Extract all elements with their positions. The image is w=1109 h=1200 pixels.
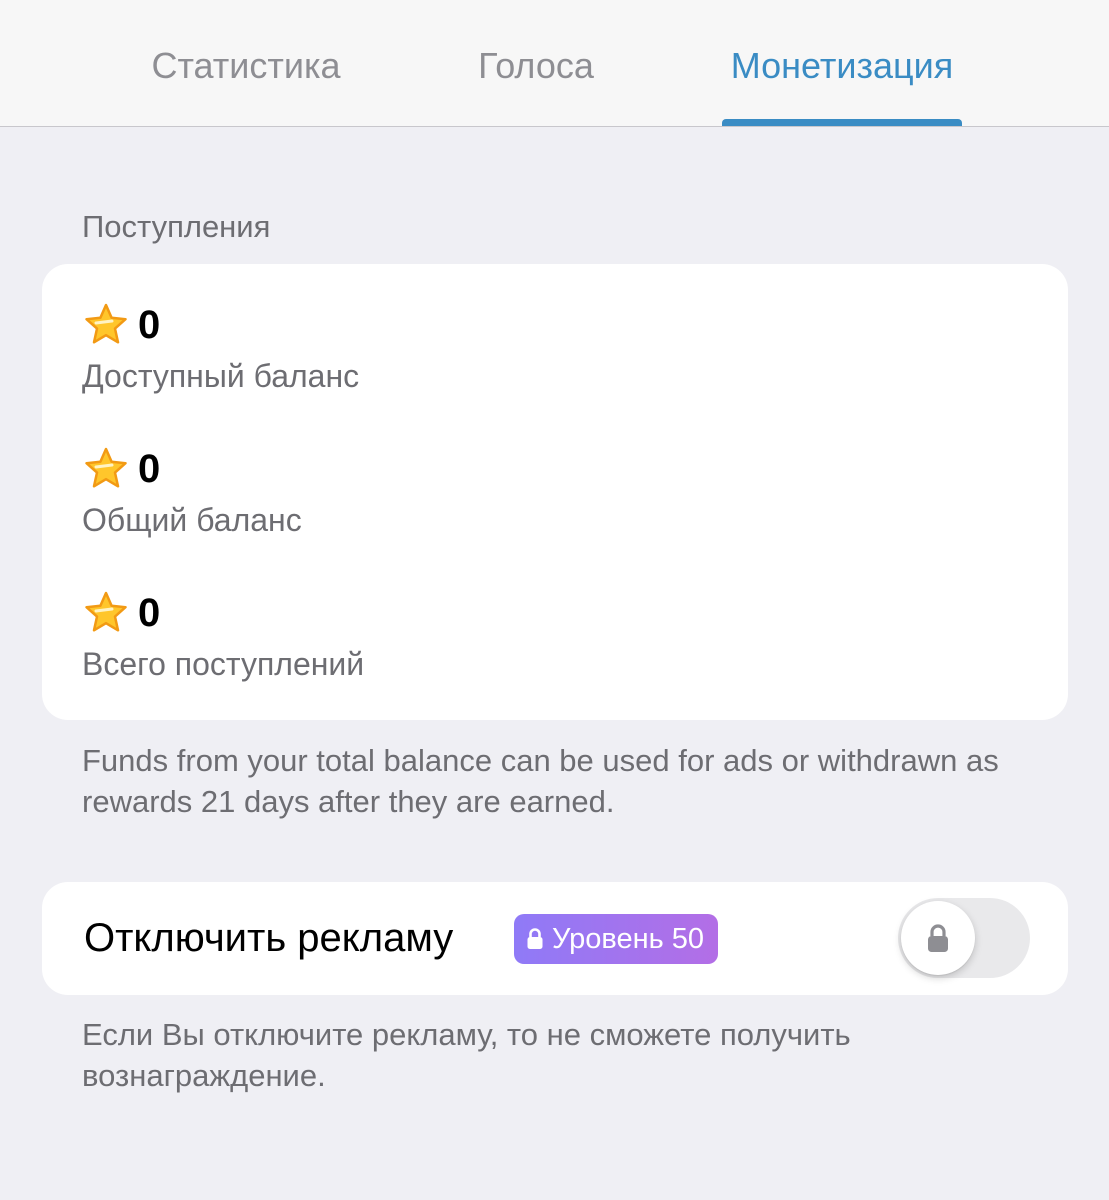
tab-monetization[interactable]: Монетизация	[722, 0, 962, 126]
total-balance-row: 0 Общий баланс	[82, 444, 302, 540]
tab-votes-label: Голоса	[478, 45, 594, 86]
disable-ads-label: Отключить рекламу	[84, 916, 454, 960]
total-proceeds-label: Всего поступлений	[82, 646, 365, 682]
tab-bar: Статистика Голоса Монетизация	[0, 0, 1109, 127]
tab-votes[interactable]: Голоса	[452, 0, 620, 126]
proceeds-card: 0 Доступный баланс 0 Общий баланс 0 Всег…	[42, 264, 1068, 720]
total-balance-label: Общий баланс	[82, 502, 302, 538]
disable-ads-toggle[interactable]	[898, 898, 1030, 978]
star-icon	[85, 591, 127, 632]
total-balance-value: 0	[138, 447, 161, 491]
level-badge: Уровень 50	[514, 914, 719, 964]
disable-ads-card: Отключить рекламу Уровень 50	[42, 882, 1068, 995]
tab-statistics[interactable]: Статистика	[122, 0, 370, 126]
lock-icon	[928, 924, 948, 952]
star-icon	[85, 303, 127, 344]
star-icon	[85, 447, 127, 488]
available-balance-value: 0	[138, 303, 161, 347]
proceeds-section-header: Поступления	[82, 209, 271, 244]
active-tab-indicator	[722, 119, 962, 126]
lock-icon	[527, 928, 543, 949]
tab-statistics-label: Статистика	[151, 45, 341, 86]
total-proceeds-value: 0	[138, 591, 161, 635]
funds-footnote: Funds from your total balance can be use…	[82, 743, 999, 819]
tab-monetization-label: Монетизация	[730, 45, 954, 86]
available-balance-label: Доступный баланс	[82, 358, 360, 394]
available-balance-row: 0 Доступный баланс	[82, 300, 359, 396]
toggle-knob	[901, 901, 975, 975]
level-badge-label: Уровень 50	[552, 922, 705, 955]
total-proceeds-row: 0 Всего поступлений	[82, 588, 364, 684]
disable-ads-footnote: Если Вы отключите рекламу, то не сможете…	[82, 1017, 851, 1093]
